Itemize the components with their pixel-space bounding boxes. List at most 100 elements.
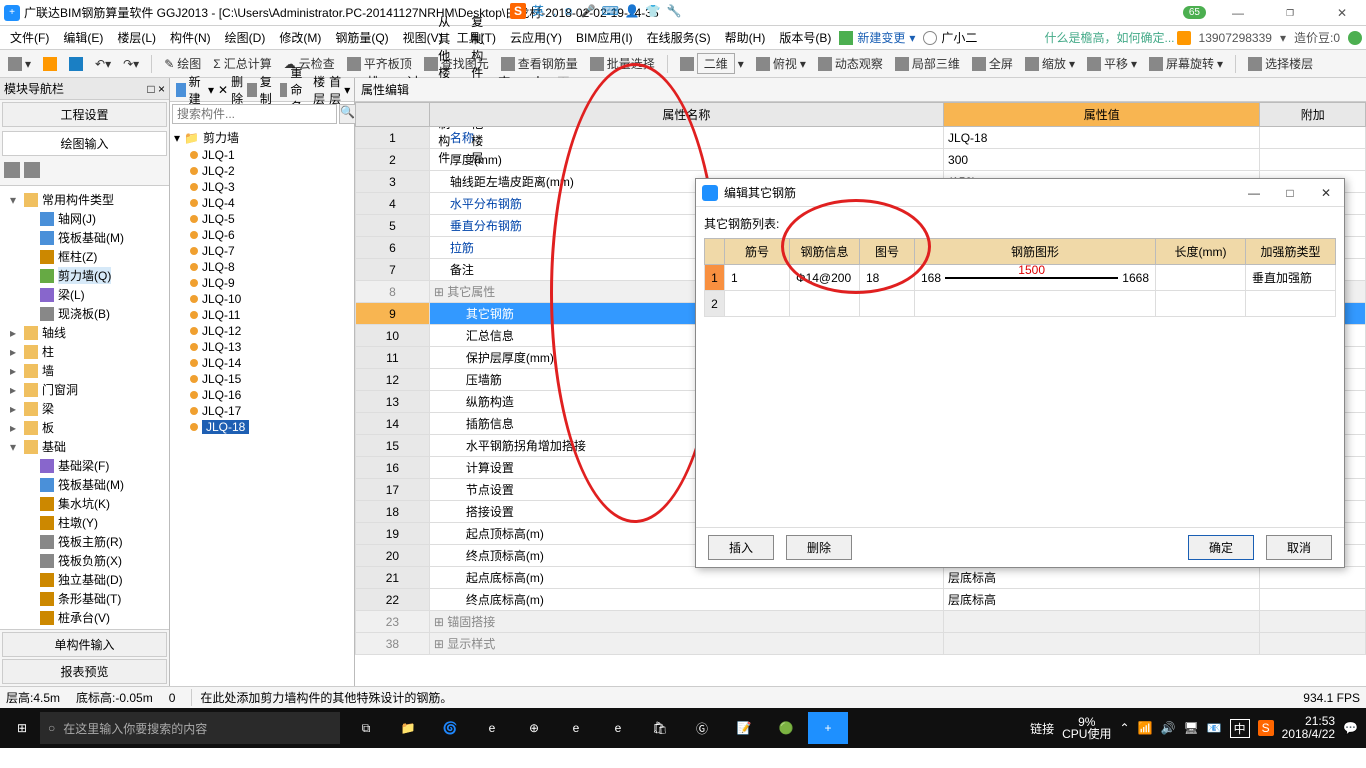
tb-draw[interactable]: ✎绘图 — [160, 53, 205, 74]
list-item[interactable]: JLQ-17 — [172, 403, 352, 419]
tree-item[interactable]: 筏板基础(M) — [4, 228, 165, 247]
tb-dyn[interactable]: 动态观察 — [814, 53, 887, 74]
cancel-button[interactable]: 取消 — [1266, 535, 1332, 560]
list-item[interactable]: JLQ-14 — [172, 355, 352, 371]
tree-item[interactable]: 梁(L) — [4, 285, 165, 304]
task-view-icon[interactable]: ⧉ — [346, 712, 386, 744]
prop-row[interactable]: 38⊞ 显示样式 — [356, 633, 1366, 655]
tray-i1[interactable]: 📶 — [1138, 721, 1153, 735]
component-tree[interactable]: ▾📁剪力墙JLQ-1JLQ-2JLQ-3JLQ-4JLQ-5JLQ-6JLQ-7… — [170, 126, 354, 686]
rebar-table[interactable]: 筋号 钢筋信息 图号 钢筋图形 长度(mm) 加强筋类型 1 1 Φ14@200… — [704, 238, 1336, 317]
tray-sogou[interactable]: S — [1258, 720, 1274, 736]
ime-badge[interactable]: S — [510, 3, 526, 19]
menu-draw[interactable]: 绘图(D) — [219, 27, 272, 48]
tree-item[interactable]: 轴网(J) — [4, 209, 165, 228]
list-item[interactable]: JLQ-2 — [172, 163, 352, 179]
search-input[interactable] — [172, 104, 337, 124]
nav-mode-icons[interactable] — [0, 158, 169, 186]
prop-row[interactable]: 1名称JLQ-18 — [356, 127, 1366, 149]
tree-item[interactable]: ▸板 — [4, 418, 165, 437]
tb-local3d[interactable]: 局部三维 — [891, 53, 964, 74]
tree-item[interactable]: ▾常用构件类型 — [4, 190, 165, 209]
app-icon-1[interactable]: 🌀 — [430, 712, 470, 744]
tree-item[interactable]: ▸轴线 — [4, 323, 165, 342]
menu-cloud[interactable]: 云应用(Y) — [504, 27, 568, 48]
list-item[interactable]: JLQ-11 — [172, 307, 352, 323]
tb-undo[interactable]: ↶▾ — [91, 55, 115, 73]
menu-floor[interactable]: 楼层(L) — [111, 27, 162, 48]
tree-item[interactable]: ▸门窗洞 — [4, 380, 165, 399]
store-icon[interactable]: 🛍 — [640, 712, 680, 744]
dialog-maximize[interactable]: □ — [1278, 186, 1302, 200]
dialog-minimize[interactable]: — — [1242, 186, 1266, 200]
prop-row[interactable]: 23⊞ 锚固搭接 — [356, 611, 1366, 633]
menu-component[interactable]: 构件(N) — [164, 27, 217, 48]
search-button[interactable]: 🔍 — [339, 104, 356, 124]
delete-button[interactable]: 删除 — [786, 535, 852, 560]
prop-row[interactable]: 2厚度(mm)300 — [356, 149, 1366, 171]
nav-btn-settings[interactable]: 工程设置 — [2, 102, 167, 127]
menu-online[interactable]: 在线服务(S) — [641, 27, 717, 48]
tb-zoom[interactable]: 缩放▾ — [1021, 53, 1079, 74]
tree-item[interactable]: ▸柱 — [4, 342, 165, 361]
app-icon-active[interactable]: + — [808, 712, 848, 744]
start-button[interactable]: ⊞ — [4, 712, 40, 744]
tb-viewrebar[interactable]: 查看钢筋量 — [497, 53, 582, 74]
list-item[interactable]: JLQ-7 — [172, 243, 352, 259]
app-icon-5[interactable]: 📝 — [724, 712, 764, 744]
list-item[interactable]: JLQ-6 — [172, 227, 352, 243]
explorer-icon[interactable]: 📁 — [388, 712, 428, 744]
list-item[interactable]: JLQ-4 — [172, 195, 352, 211]
tb-rot[interactable]: 屏幕旋转▾ — [1145, 53, 1227, 74]
tray-chevron[interactable]: ⌃ — [1119, 721, 1129, 735]
tray-i2[interactable]: 🔊 — [1160, 721, 1175, 735]
tb-sum[interactable]: Σ 汇总计算 — [209, 53, 275, 74]
tree-item[interactable]: ▸梁 — [4, 399, 165, 418]
tb-selfloor[interactable]: 选择楼层 — [1244, 53, 1317, 74]
menu-rebar[interactable]: 钢筋量(Q) — [329, 27, 394, 48]
tb-open[interactable] — [39, 55, 61, 73]
tray-i4[interactable]: 📧 — [1207, 721, 1222, 735]
list-item[interactable]: JLQ-1 — [172, 147, 352, 163]
tray-ime-lang[interactable]: 中 — [1230, 719, 1250, 738]
list-item[interactable]: JLQ-9 — [172, 275, 352, 291]
edge-icon[interactable]: e — [472, 712, 512, 744]
rebar-row-1[interactable]: 1 1 Φ14@200 18 16815001668 垂直加强筋 — [705, 265, 1336, 291]
tree-item[interactable]: 框柱(Z) — [4, 247, 165, 266]
menu-modify[interactable]: 修改(M) — [273, 27, 327, 48]
list-item[interactable]: JLQ-15 — [172, 371, 352, 387]
app-icon-3[interactable]: e — [556, 712, 596, 744]
tray-clock[interactable]: 21:532018/4/22 — [1282, 715, 1335, 741]
tb-save[interactable] — [65, 55, 87, 73]
nav-tree[interactable]: ▾常用构件类型轴网(J)筏板基础(M)框柱(Z)剪力墙(Q)梁(L)现浇板(B)… — [0, 186, 169, 629]
app-icon-6[interactable]: 🟢 — [766, 712, 806, 744]
list-item[interactable]: JLQ-13 — [172, 339, 352, 355]
insert-button[interactable]: 插入 — [708, 535, 774, 560]
tree-item[interactable]: 现浇板(B) — [4, 304, 165, 323]
tb-full[interactable]: 全屏 — [968, 53, 1017, 74]
app-icon-4[interactable]: Ⓖ — [682, 712, 722, 744]
tree-item[interactable]: 集水坑(K) — [4, 494, 165, 513]
tb-pan[interactable]: 平移▾ — [1083, 53, 1141, 74]
menu-help[interactable]: 帮助(H) — [719, 27, 772, 48]
prop-row[interactable]: 21起点底标高(m)层底标高 — [356, 567, 1366, 589]
rebar-row-2[interactable]: 2 — [705, 291, 1336, 317]
tree-item[interactable]: 独立基础(D) — [4, 570, 165, 589]
help-link[interactable]: 什么是檐高，如何确定... — [1045, 29, 1175, 46]
tree-item[interactable]: 筏板基础(M) — [4, 475, 165, 494]
tree-item[interactable]: ▾基础 — [4, 437, 165, 456]
prop-row[interactable]: 22终点底标高(m)层底标高 — [356, 589, 1366, 611]
nav-close-icon[interactable]: □ × — [147, 82, 165, 96]
menu-bim[interactable]: BIM应用(I) — [570, 27, 639, 48]
tb-redo[interactable]: ↷▾ — [119, 55, 143, 73]
dialog-close[interactable]: ✕ — [1314, 186, 1338, 200]
list-item[interactable]: JLQ-18 — [172, 419, 352, 435]
nav-btn-report[interactable]: 报表预览 — [2, 659, 167, 684]
dialog-titlebar[interactable]: 编辑其它钢筋 — □ ✕ — [696, 179, 1344, 207]
menu-file[interactable]: 文件(F) — [4, 27, 55, 48]
ie-icon[interactable]: e — [598, 712, 638, 744]
minimize-button[interactable]: — — [1218, 6, 1258, 20]
list-item[interactable]: JLQ-8 — [172, 259, 352, 275]
list-item[interactable]: JLQ-16 — [172, 387, 352, 403]
list-item[interactable]: JLQ-5 — [172, 211, 352, 227]
